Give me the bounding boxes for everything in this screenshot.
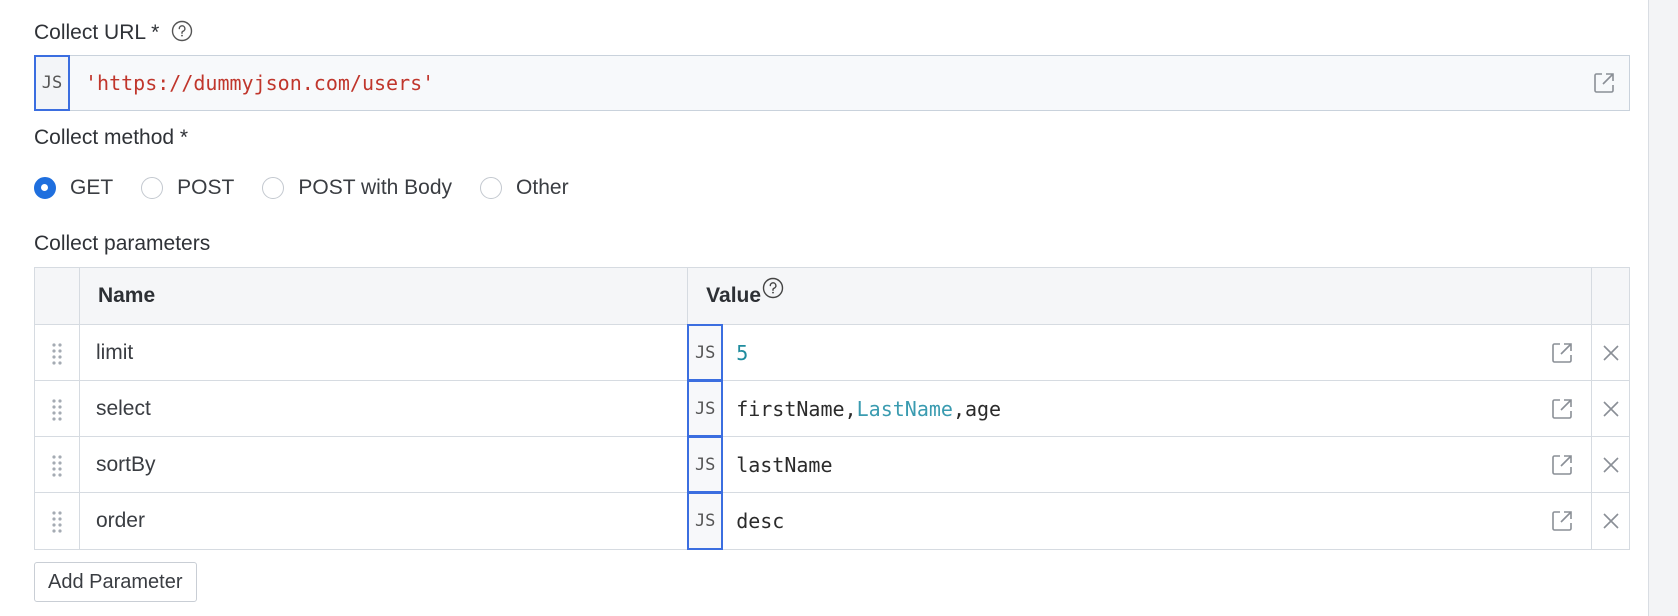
collect-url-value: 'https://dummyjson.com/users' [85,71,435,95]
radio-dot[interactable] [262,177,285,199]
remove-row-icon[interactable] [1592,437,1629,492]
collect-settings-panel: Collect URL * JS 'https://dummyjson.com/… [0,0,1649,616]
open-editor-icon[interactable] [1549,340,1575,366]
param-value: lastName [736,452,833,477]
radio-dot[interactable] [141,177,164,199]
radio-other[interactable]: Other [480,176,569,200]
remove-row-icon[interactable] [1592,493,1629,549]
collect-parameters-label: Collect parameters [34,232,211,255]
param-name-input[interactable]: order [80,493,689,549]
collect-method-label: Collect method * [34,126,189,149]
open-editor-icon[interactable] [1549,396,1575,422]
js-mode-toggle[interactable]: JS [687,324,724,381]
table-header-row: Name Value [35,268,1629,325]
param-value: 5 [736,340,749,365]
radio-get[interactable]: GET [34,176,113,200]
remove-row-icon[interactable] [1592,325,1629,380]
drag-handle-icon[interactable] [35,437,80,492]
radio-dot[interactable] [480,177,503,199]
add-parameter-button[interactable]: Add Parameter [34,562,197,602]
help-icon[interactable] [171,20,193,42]
name-column-header: Name [80,268,689,324]
js-mode-toggle[interactable]: JS [687,380,724,437]
table-row: select JS firstName, LastName ,age [35,380,1629,437]
param-name-input[interactable]: sortBy [80,437,689,492]
radio-dot[interactable] [34,177,56,199]
collect-method-radio-group: GET POST POST with Body Other [34,172,597,204]
collect-url-label: Collect URL * [34,20,193,45]
open-editor-icon[interactable] [1549,452,1575,478]
param-value: firstName, LastName ,age [736,396,1002,421]
value-column-header: Value [688,268,1593,324]
drag-handle-icon[interactable] [35,381,80,436]
parameters-table: Name Value limit JS 5 select JS firstNam… [34,267,1630,550]
param-value-input[interactable]: JS desc [687,492,1593,550]
param-value-input[interactable]: JS firstName, LastName ,age [687,380,1593,437]
drag-column-header [35,268,80,324]
radio-post[interactable]: POST [141,176,234,200]
param-name-input[interactable]: limit [80,325,689,380]
actions-column-header [1592,268,1629,324]
open-editor-icon[interactable] [1549,508,1575,534]
js-mode-toggle[interactable]: JS [687,492,724,550]
help-icon[interactable] [762,277,784,305]
drag-handle-icon[interactable] [35,493,80,549]
param-value-input[interactable]: JS lastName [687,436,1593,493]
collect-url-input[interactable]: JS 'https://dummyjson.com/users' [34,55,1630,111]
table-row: limit JS 5 [35,324,1629,381]
param-name-input[interactable]: select [80,381,689,436]
drag-handle-icon[interactable] [35,325,80,380]
radio-post-with-body[interactable]: POST with Body [262,176,452,200]
js-mode-toggle[interactable]: JS [34,55,70,111]
table-row: order JS desc [35,492,1629,550]
js-mode-toggle[interactable]: JS [687,436,724,493]
param-value-input[interactable]: JS 5 [687,324,1593,381]
param-value: desc [736,509,785,533]
open-editor-icon[interactable] [1591,70,1617,96]
table-row: sortBy JS lastName [35,436,1629,493]
remove-row-icon[interactable] [1592,381,1629,436]
